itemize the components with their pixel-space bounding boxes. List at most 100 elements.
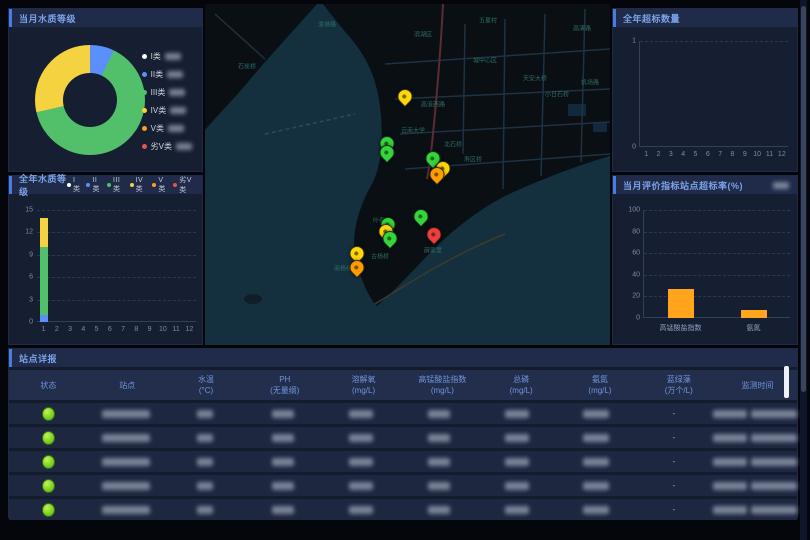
legend-dot-icon [67,183,71,187]
y-axis-tick: 3 [29,296,33,303]
y-axis-tick: 20 [632,293,640,300]
gridline [37,300,196,301]
cell-codmn [400,410,478,418]
cell-station [87,458,165,466]
cell-dissolved_oxygen [322,458,400,466]
cell-ph [244,434,322,442]
y-axis-tick: 15 [25,207,33,214]
cell-dissolved_oxygen [322,506,400,514]
column-header: 站点 [88,380,167,391]
y-axis-tick: 100 [628,207,640,214]
redacted-value [713,410,747,418]
column-name: 溶解氧 [324,374,403,385]
x-axis-tick: 4 [681,151,685,158]
cell-dissolved_oxygen [322,410,400,418]
cell-ph [244,458,322,466]
legend-item: V类 [152,177,167,194]
cell-ph [244,482,322,490]
page-scrollbar-thumb[interactable] [801,6,806,392]
legend-label: 劣V类 [179,175,194,195]
status-normal-icon [42,479,55,493]
cell-ammonia [557,482,635,490]
table-row[interactable]: - [9,403,797,424]
cell-status [9,431,87,445]
status-normal-icon [42,455,55,469]
legend-dot-icon [152,183,156,187]
redacted-value [583,410,609,418]
cell-status [9,455,87,469]
x-axis-tick: 7 [718,151,722,158]
legend-item: II类 [86,177,101,194]
redacted-value [713,506,747,514]
cell-dissolved_oxygen [322,482,400,490]
status-normal-icon [42,431,55,445]
legend-label: IV类 [151,105,167,116]
y-axis-tick: 80 [632,228,640,235]
redacted-value [428,458,450,466]
city-map[interactable]: 石炭桥渔港路滨湖区五星村高清路城中心区天安大桥机场路小日石桥高浪西路云南大学北石… [205,4,610,345]
x-axis-tick: 11 [172,326,179,333]
redacted-value [428,482,450,490]
cell-water_temp [165,458,243,466]
column-unit: (无量纲) [245,385,324,396]
cell-station [87,434,165,442]
rate-bar[interactable] [741,310,767,318]
table-row[interactable]: - [9,451,797,472]
x-axis-tick: 12 [185,326,193,333]
stacked-bar[interactable] [40,218,48,323]
redacted-value [272,482,294,490]
legend-dot-icon [142,90,147,95]
panel-title: 全年水质等级 [19,172,67,198]
cell-time [713,482,797,490]
legend-item: 劣V类 [173,175,194,195]
x-axis-line [644,317,790,318]
redacted-value [272,410,294,418]
cell-codmn [400,506,478,514]
panel-corner-label[interactable] [773,182,789,189]
column-unit: (mg/L) [561,385,640,396]
legend-label: IV类 [136,177,147,194]
legend-dot-icon [142,72,147,77]
column-unit: (mg/L) [324,385,403,396]
cell-status [9,479,87,493]
legend-label: V类 [151,123,164,134]
x-axis-tick: 10 [159,326,167,333]
legend-value-redacted [168,125,184,132]
redacted-value [102,482,150,490]
column-header: PH(无量纲) [245,374,324,396]
cell-codmn [400,434,478,442]
legend-item: IV类 [142,105,192,116]
column-name: 水温 [167,374,246,385]
cell-time [713,458,797,466]
table-row[interactable]: - [9,475,797,496]
redacted-value [583,434,609,442]
y-axis-tick: 9 [29,251,33,258]
cell-station [87,410,165,418]
redacted-value [505,506,529,514]
x-axis-tick: 9 [148,326,152,333]
redacted-value [197,506,213,514]
table-row[interactable]: - [9,499,797,520]
column-unit: (mg/L) [482,385,561,396]
panel-station-table: 站点详报 状态站点水温(°C)PH(无量纲)溶解氧(mg/L)高锰酸盐指数(mg… [8,348,798,518]
redacted-value [751,458,797,466]
page-scrollbar[interactable] [800,0,807,540]
table-row[interactable]: - [9,427,797,448]
y-axis-tick: 12 [25,229,33,236]
table-body: - - - - - [9,403,797,520]
bar-segment [40,247,48,314]
panel-title: 全年超标数量 [623,12,680,25]
table-scrollbar[interactable] [784,366,789,398]
rate-bar[interactable] [668,289,694,318]
column-name: 蓝绿藻 [639,374,718,385]
redacted-value [505,410,529,418]
redacted-value [349,458,373,466]
y-axis-tick: 1 [632,38,636,45]
legend-item: II类 [142,69,192,80]
cell-algae: - [635,481,713,490]
legend-item: III类 [142,87,192,98]
legend-label: V类 [158,177,167,194]
donut-hole [63,73,117,127]
x-axis-tick: 10 [753,151,761,158]
cell-algae: - [635,409,713,418]
